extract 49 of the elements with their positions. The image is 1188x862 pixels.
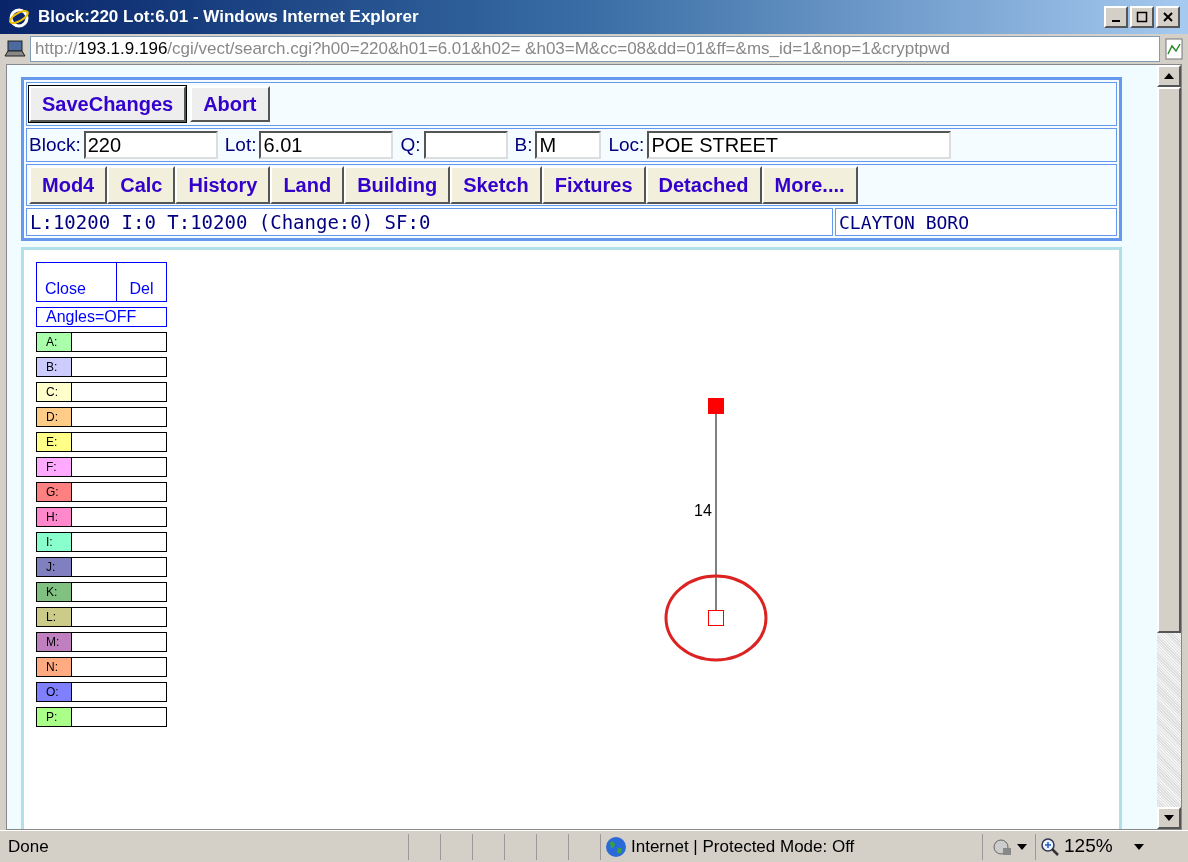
- nav-button[interactable]: More....: [761, 166, 858, 204]
- caret-icon[interactable]: [1134, 843, 1144, 850]
- field-label: Q:: [400, 132, 421, 157]
- nav-button[interactable]: Land: [270, 166, 345, 204]
- maximize-button[interactable]: [1130, 6, 1154, 28]
- nav-button[interactable]: Detached: [645, 166, 762, 204]
- maximize-icon: [1136, 11, 1148, 23]
- laptop-icon: [4, 40, 26, 58]
- text-field[interactable]: 6.01: [259, 131, 394, 159]
- scroll-up-button[interactable]: [1157, 65, 1181, 87]
- delete-button[interactable]: Del: [116, 263, 166, 301]
- security-zone: Internet | Protected Mode: Off: [631, 835, 855, 858]
- text-field[interactable]: [423, 131, 508, 159]
- field-label: Block:: [29, 132, 81, 157]
- text-field[interactable]: POE STREET: [647, 131, 952, 159]
- status-text: Done: [7, 835, 50, 858]
- address-field[interactable]: http://193.1.9.196/cgi/vect/search.cgi?h00=220&h01=6.01&h02= &h03=M&cc=08&dd=01&ff=&ms_id=1&nop=1&cryptpwd: [30, 36, 1160, 62]
- minimize-button[interactable]: [1104, 6, 1128, 28]
- close-button[interactable]: [1156, 6, 1180, 28]
- nav-button[interactable]: Fixtures: [541, 166, 646, 204]
- globe-icon: [605, 835, 627, 858]
- close-button[interactable]: Close: [37, 263, 116, 301]
- down-arrow-icon: [1164, 815, 1174, 821]
- nav-button[interactable]: Calc: [107, 166, 176, 204]
- action-button[interactable]: SaveChanges: [29, 86, 187, 122]
- close-icon: [1162, 11, 1174, 23]
- text-field[interactable]: 220: [83, 131, 218, 159]
- nav-button[interactable]: History: [175, 166, 271, 204]
- segment-length: 14: [694, 501, 712, 521]
- nav-button[interactable]: Mod4: [29, 166, 108, 204]
- municipality-cell: CLAYTON BORO: [835, 208, 1117, 236]
- field-label: B:: [514, 132, 533, 157]
- field-label: Lot:: [224, 132, 257, 157]
- text-field[interactable]: M: [535, 131, 602, 159]
- caret-icon[interactable]: [1017, 843, 1027, 850]
- field-label: Loc:: [608, 132, 645, 157]
- window-title: Block:220 Lot:6.01 - Windows Internet Explorer: [38, 6, 420, 29]
- compatibility-icon[interactable]: [1164, 38, 1184, 60]
- zoom-level[interactable]: 125%: [1064, 832, 1113, 861]
- up-arrow-icon: [1164, 73, 1174, 79]
- browser-logo-icon: [8, 6, 30, 28]
- minimize-icon: [1112, 20, 1120, 22]
- action-button[interactable]: Abort: [190, 86, 270, 122]
- angles-toggle[interactable]: Angles=OFF: [36, 307, 167, 327]
- nav-button[interactable]: Building: [344, 166, 451, 204]
- summary-cell: L:10200 I:0 T:10200 (Change:0) SF:0: [26, 208, 833, 236]
- scroll-down-button[interactable]: [1157, 807, 1181, 829]
- zoom-icon[interactable]: [1040, 836, 1060, 857]
- nav-button[interactable]: Sketch: [450, 166, 542, 204]
